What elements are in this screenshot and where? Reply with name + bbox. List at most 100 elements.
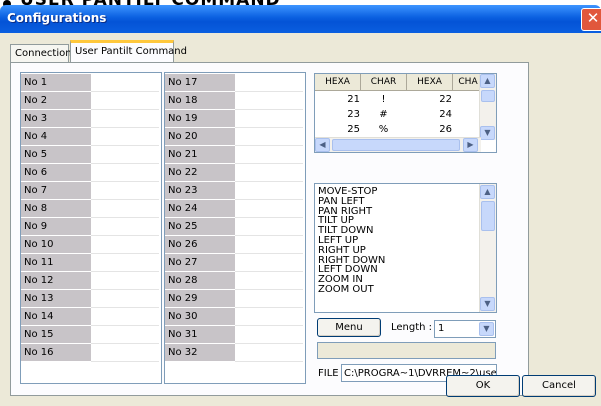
menu-button[interactable]: Menu — [317, 318, 381, 337]
command-value-field[interactable] — [235, 182, 303, 200]
command-value-field[interactable] — [235, 200, 303, 218]
command-value-field[interactable] — [91, 326, 159, 344]
table-row[interactable]: No 9 — [21, 218, 161, 236]
table-row[interactable]: No 16 — [21, 344, 161, 362]
table-row[interactable]: No 31 — [165, 326, 305, 344]
table-row[interactable]: No 10 — [21, 236, 161, 254]
scroll-thumb[interactable] — [481, 201, 495, 231]
command-value-field[interactable] — [235, 74, 303, 92]
command-listbox[interactable]: MOVE-STOP PAN LEFT PAN RIGHT TILT UP TILT DO… — [314, 183, 497, 313]
table-row[interactable]: No 30 — [165, 308, 305, 326]
table-cell[interactable]: 24 — [407, 107, 458, 122]
table-row[interactable]: No 5 — [21, 146, 161, 164]
command-value-field[interactable] — [235, 272, 303, 290]
scroll-down-icon[interactable]: ▼ — [480, 297, 495, 311]
table-cell[interactable]: 22 — [407, 92, 458, 107]
command-value-field[interactable] — [91, 182, 159, 200]
scroll-up-icon[interactable]: ▲ — [480, 185, 495, 199]
table-cell[interactable]: ! — [361, 92, 406, 107]
table-cell[interactable]: # — [361, 107, 406, 122]
table-row[interactable]: No 4 — [21, 128, 161, 146]
table-cell[interactable]: 21 — [315, 92, 366, 107]
scroll-down-icon[interactable]: ▼ — [480, 126, 495, 140]
command-value-field[interactable] — [235, 254, 303, 272]
table-row[interactable]: No 1 — [21, 74, 161, 92]
table-row[interactable]: No 23 — [165, 182, 305, 200]
list-item[interactable]: ZOOM OUT — [318, 284, 374, 295]
table-row[interactable]: No 11 — [21, 254, 161, 272]
table-cell[interactable]: 25 — [315, 122, 366, 137]
scroll-up-icon[interactable]: ▲ — [480, 74, 495, 88]
command-value-field[interactable] — [235, 326, 303, 344]
table-row[interactable]: No 21 — [165, 146, 305, 164]
command-value-field[interactable] — [235, 308, 303, 326]
command-value-field[interactable] — [91, 200, 159, 218]
table-row[interactable]: No 13 — [21, 290, 161, 308]
command-value-field[interactable] — [91, 164, 159, 182]
table-row[interactable]: No 22 — [165, 164, 305, 182]
command-value-field[interactable] — [91, 290, 159, 308]
table-row[interactable]: No 8 — [21, 200, 161, 218]
command-value-field[interactable] — [235, 146, 303, 164]
command-value-field[interactable] — [235, 236, 303, 254]
command-value-field[interactable] — [91, 128, 159, 146]
tab-user-pantilt-command[interactable]: User Pantilt Command — [70, 40, 187, 63]
table-cell[interactable]: 26 — [407, 122, 458, 137]
table-row[interactable]: No 2 — [21, 92, 161, 110]
command-value-field[interactable] — [235, 290, 303, 308]
command-value-field[interactable] — [91, 308, 159, 326]
command-value-field[interactable] — [91, 344, 159, 362]
table-row[interactable]: No 27 — [165, 254, 305, 272]
command-value-field[interactable] — [235, 164, 303, 182]
vertical-scrollbar[interactable]: ▲ ▼ — [479, 74, 496, 140]
horizontal-scrollbar[interactable]: ◀ ▶ — [315, 137, 481, 152]
table-row[interactable]: No 28 — [165, 272, 305, 290]
close-icon[interactable]: ✕ — [581, 8, 601, 31]
chevron-down-icon[interactable]: ▼ — [479, 322, 494, 336]
command-value-field[interactable] — [91, 272, 159, 290]
cancel-button[interactable]: Cancel — [522, 375, 596, 397]
command-value-field[interactable] — [235, 110, 303, 128]
table-cell[interactable]: % — [361, 122, 406, 137]
length-select[interactable]: 1 ▼ — [434, 320, 496, 338]
table-row[interactable]: No 19 — [165, 110, 305, 128]
table-cell[interactable]: 23 — [315, 107, 366, 122]
command-value-field[interactable] — [91, 74, 159, 92]
table-row[interactable]: No 17 — [165, 74, 305, 92]
scroll-thumb[interactable] — [481, 90, 495, 102]
table-row[interactable]: No 29 — [165, 290, 305, 308]
window-title: Configurations — [7, 11, 107, 25]
table-row[interactable]: No 18 — [165, 92, 305, 110]
table-row[interactable]: No 15 — [21, 326, 161, 344]
table-row[interactable]: No 7 — [21, 182, 161, 200]
vertical-scrollbar[interactable]: ▲ ▼ — [479, 184, 496, 312]
table-row[interactable]: No 6 — [21, 164, 161, 182]
command-value-field[interactable] — [91, 92, 159, 110]
command-value-field[interactable] — [235, 92, 303, 110]
table-row[interactable]: No 20 — [165, 128, 305, 146]
command-value-field[interactable] — [235, 128, 303, 146]
command-value-field[interactable] — [235, 344, 303, 362]
command-value-field[interactable] — [91, 218, 159, 236]
command-value-field[interactable] — [91, 110, 159, 128]
column-header-hexa[interactable]: HEXA — [315, 74, 361, 91]
table-row[interactable]: No 12 — [21, 272, 161, 290]
column-header-hexa-2[interactable]: HEXA — [407, 74, 453, 91]
scroll-thumb[interactable] — [332, 139, 460, 151]
table-row[interactable]: No 3 — [21, 110, 161, 128]
tab-connections[interactable]: Connections — [10, 44, 77, 62]
command-value-field[interactable] — [91, 146, 159, 164]
command-value-field[interactable] — [91, 236, 159, 254]
scroll-left-icon[interactable]: ◀ — [315, 138, 330, 152]
column-header-char[interactable]: CHAR — [361, 74, 407, 91]
table-row[interactable]: No 14 — [21, 308, 161, 326]
command-value-field[interactable] — [91, 254, 159, 272]
ok-button[interactable]: OK — [446, 375, 520, 397]
table-row[interactable]: No 25 — [165, 218, 305, 236]
scroll-right-icon[interactable]: ▶ — [463, 138, 478, 152]
table-row[interactable]: No 24 — [165, 200, 305, 218]
table-row[interactable]: No 26 — [165, 236, 305, 254]
command-value-field[interactable] — [235, 218, 303, 236]
table-row[interactable]: No 32 — [165, 344, 305, 362]
command-label: No 11 — [21, 254, 92, 272]
